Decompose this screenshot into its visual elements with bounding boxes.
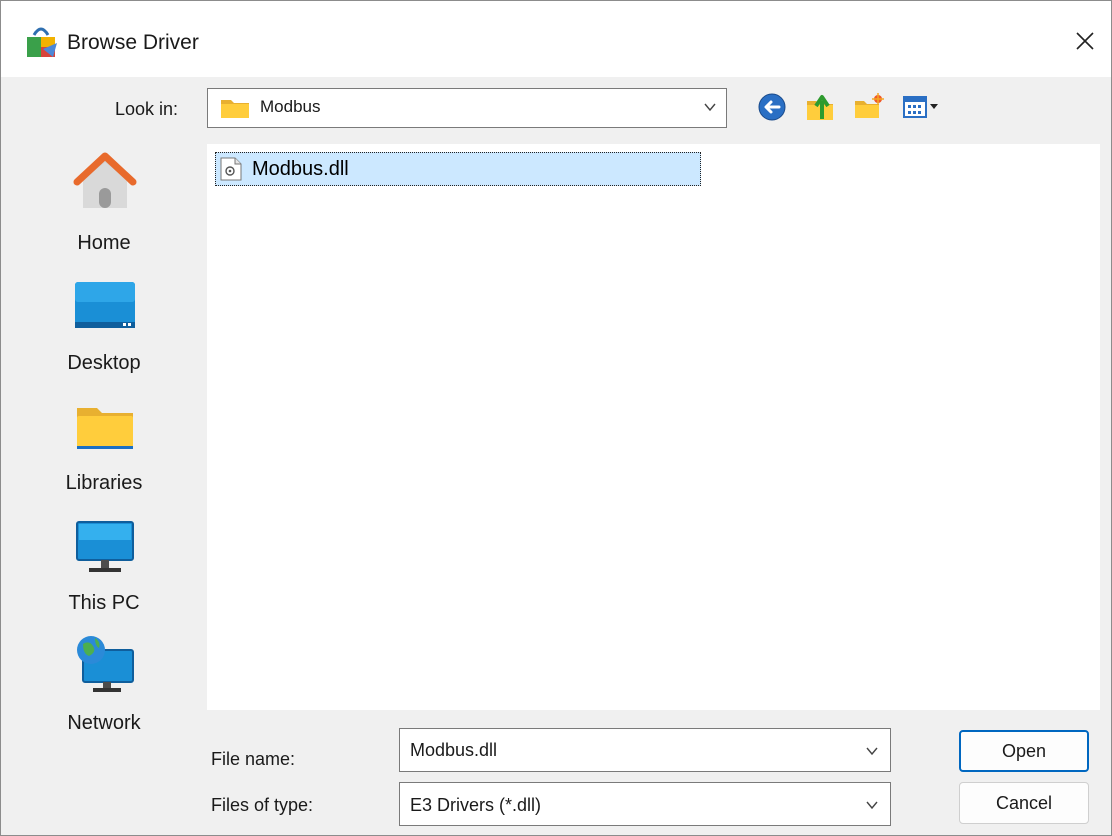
chevron-down-icon [704, 103, 716, 112]
cancel-button[interactable]: Cancel [959, 782, 1089, 824]
place-this-pc[interactable]: This PC [15, 510, 193, 628]
look-in-label: Look in: [115, 99, 179, 119]
files-of-type-dropdown[interactable]: E3 Drivers (*.dll) [399, 782, 891, 826]
view-menu-button[interactable] [899, 91, 949, 123]
close-icon [1076, 32, 1094, 50]
file-name-text: Modbus.dll [252, 158, 349, 180]
file-item[interactable]: Modbus.dll [215, 152, 701, 186]
place-home[interactable]: Home [15, 150, 193, 268]
place-label: Network [67, 712, 141, 734]
file-name-combo[interactable] [399, 728, 891, 772]
back-arrow-icon [758, 93, 786, 121]
look-in-dropdown[interactable]: Modbus [207, 88, 727, 128]
open-button[interactable]: Open [959, 730, 1089, 772]
computer-monitor-icon [76, 521, 134, 572]
dll-file-icon [220, 157, 242, 181]
desktop-icon [75, 282, 135, 328]
chevron-down-icon [866, 801, 878, 810]
back-button[interactable] [755, 91, 789, 123]
shopping-bag-app-icon [27, 27, 57, 57]
place-libraries[interactable]: Libraries [15, 390, 193, 508]
libraries-folder-icon [77, 408, 133, 449]
window-title: Browse Driver [67, 31, 199, 54]
browse-driver-dialog: Browse Driver Look in: Modbus Home Deskt… [0, 0, 1112, 836]
places-bar: Home Desktop Libraries This PC Network [15, 144, 193, 744]
title-bar: Browse Driver [1, 1, 1111, 77]
close-button[interactable] [1067, 23, 1103, 59]
up-folder-icon [807, 95, 833, 120]
place-desktop[interactable]: Desktop [15, 270, 193, 388]
look-in-value: Modbus [260, 97, 321, 116]
new-folder-icon [855, 93, 884, 118]
files-of-type-label: Files of type: [211, 795, 314, 815]
network-globe-icon [77, 636, 134, 692]
place-network[interactable]: Network [15, 630, 193, 748]
place-label: This PC [68, 592, 140, 614]
view-menu-icon [903, 96, 938, 118]
place-label: Desktop [67, 352, 141, 374]
up-folder-button[interactable] [803, 91, 837, 123]
place-label: Libraries [65, 472, 143, 494]
home-icon [73, 152, 137, 208]
file-name-input[interactable] [410, 729, 840, 771]
place-label: Home [77, 232, 131, 254]
folder-icon [221, 100, 249, 118]
file-name-label: File name: [211, 749, 296, 769]
new-folder-button[interactable] [851, 91, 885, 123]
file-list[interactable]: Modbus.dll [207, 144, 1100, 710]
files-of-type-value: E3 Drivers (*.dll) [410, 795, 542, 815]
chevron-down-icon[interactable] [864, 743, 880, 759]
